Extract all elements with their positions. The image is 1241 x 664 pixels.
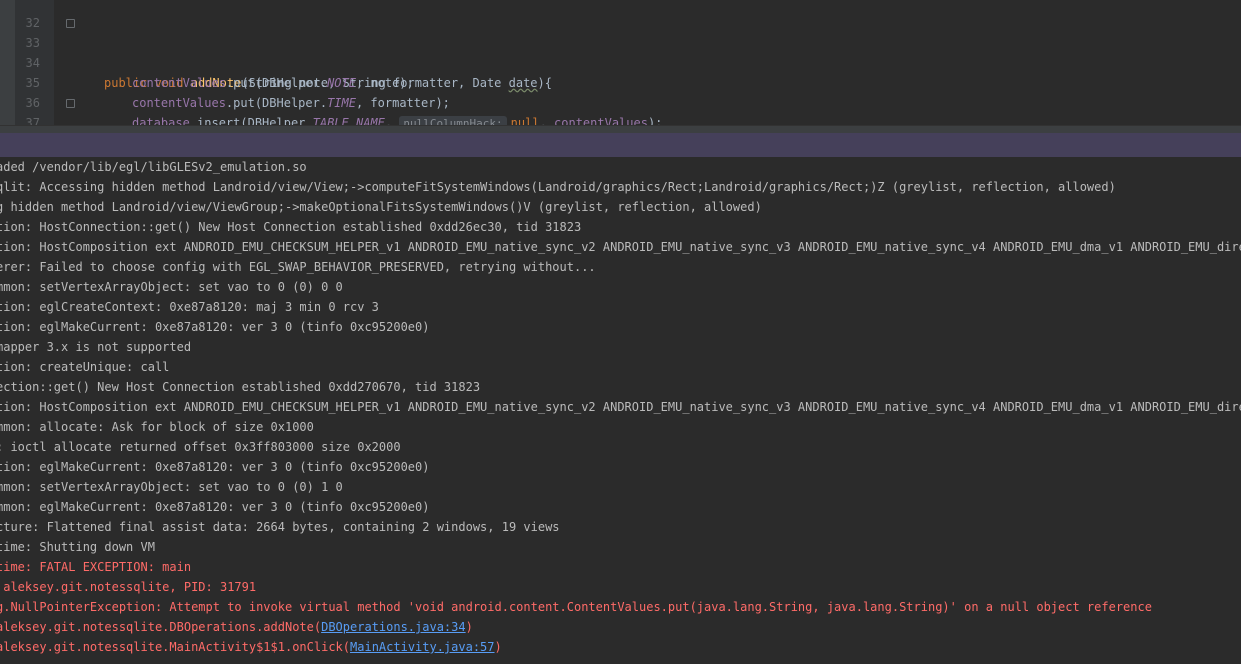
line-number: 37 (25, 116, 40, 125)
log-line: g hidden method Landroid/view/ViewGroup;… (0, 200, 762, 214)
stack-frame-tail: ) (465, 620, 473, 634)
log-line: mapper 3.x is not supported (0, 340, 192, 354)
log-line: aded /vendor/lib/egl/libGLESv2_emulation… (0, 160, 307, 174)
separator: , (384, 116, 400, 125)
stack-frame-text: aleksey.git.notessqlite.MainActivity$1$1… (0, 640, 351, 654)
log-line: tion: eglMakeCurrent: 0xe87a8120: ver 3 … (0, 460, 430, 474)
log-line: mmon: allocate: Ask for block of size 0x… (0, 420, 314, 434)
log-line: ection::get() New Host Connection establ… (0, 380, 481, 394)
log-line: erer: Failed to choose config with EGL_S… (0, 260, 596, 274)
code-line-33[interactable]: 33 public void addNote(String note, Stri… (0, 13, 1241, 90)
fold-marker-icon[interactable] (66, 99, 75, 108)
log-line: cture: Flattened final assist data: 2664… (0, 520, 560, 534)
fold-marker-icon[interactable] (66, 19, 75, 28)
log-line: tion: HostComposition ext ANDROID_EMU_CH… (0, 400, 1241, 414)
code-line-36[interactable]: 36 database.insert(DBHelper.TABLE_NAME, … (0, 73, 1241, 125)
log-line: tion: createUnique: call (0, 360, 170, 374)
log-line: mmon: setVertexArrayObject: set vao to 0… (0, 480, 343, 494)
code-line-35[interactable]: 35 contentValues.put(DBHelper.TIME, form… (0, 53, 1241, 110)
log-line: tion: HostComposition ext ANDROID_EMU_CH… (0, 240, 1241, 254)
log-line-error: g.NullPointerException: Attempt to invok… (0, 600, 1152, 614)
log-line-error-stack-frame: aleksey.git.notessqlite.MainActivity$1$1… (0, 637, 502, 657)
source-link-mainactivity[interactable]: MainActivity.java:57 (350, 640, 495, 654)
stack-frame-text: aleksey.git.notessqlite.DBOperations.add… (0, 620, 322, 634)
code-line-32: 32 (0, 0, 1241, 30)
log-line: mmon: setVertexArrayObject: set vao to 0… (0, 280, 343, 294)
log-line: time: Shutting down VM (0, 540, 155, 554)
call-tail: ); (647, 116, 663, 125)
statement: database.insert(DBHelper.TABLE_NAME, nul… (132, 113, 662, 125)
code-editor[interactable]: 32 33 public void addNote(String note, S… (0, 0, 1241, 125)
logcat-output[interactable]: aded /vendor/lib/egl/libGLESv2_emulation… (0, 157, 1241, 664)
log-line-error-stack-frame: aleksey.git.notessqlite.DBOperations.add… (0, 617, 473, 637)
log-line: tion: eglCreateContext: 0xe87a8120: maj … (0, 300, 379, 314)
constant-table-name: TABLE_NAME (312, 116, 385, 125)
code-line-37[interactable]: 37 } (0, 93, 1241, 125)
call-text: .insert(DBHelper. (189, 116, 313, 125)
log-line-error: aleksey.git.notessqlite, PID: 31791 (0, 580, 257, 594)
field-content-values: contentValues (554, 116, 648, 125)
log-line: mmon: eglMakeCurrent: 0xe87a8120: ver 3 … (0, 500, 430, 514)
log-line: tion: eglMakeCurrent: 0xe87a8120: ver 3 … (0, 320, 430, 334)
log-line: tion: HostConnection::get() New Host Con… (0, 220, 582, 234)
log-line-error: time: FATAL EXCEPTION: main (0, 560, 192, 574)
logcat-header-bar (0, 133, 1241, 157)
separator: , (539, 116, 555, 125)
log-line: : ioctl allocate returned offset 0x3ff80… (0, 440, 401, 454)
code-line-34[interactable]: 34 contentValues.put(DBHelper.NOTE, note… (0, 33, 1241, 90)
source-link-dboperations[interactable]: DBOperations.java:34 (321, 620, 466, 634)
stack-frame-tail: ) (494, 640, 502, 654)
field-database: database (132, 116, 190, 125)
keyword-null: null (510, 116, 540, 125)
parameter-hint: nullColumnHack: (399, 116, 507, 125)
log-line: qlit: Accessing hidden method Landroid/v… (0, 180, 1116, 194)
